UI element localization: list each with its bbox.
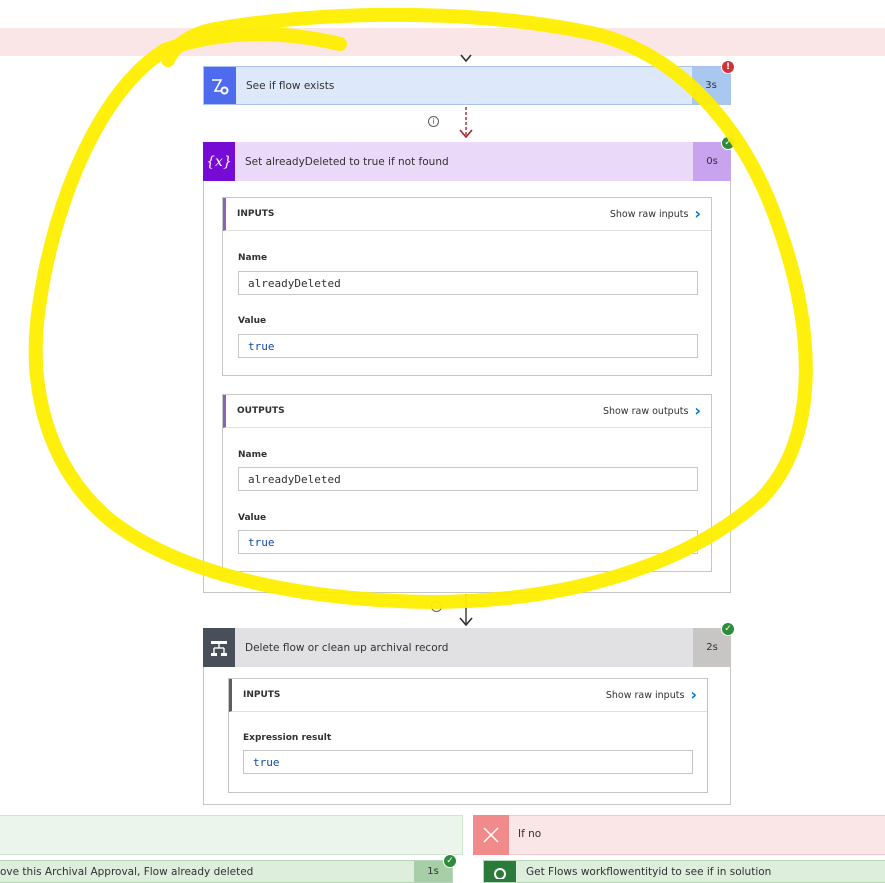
- close-icon: [473, 815, 509, 855]
- chevron-right-icon: ›: [690, 685, 697, 704]
- info-icon[interactable]: i: [431, 601, 442, 612]
- name-label: Name: [238, 253, 268, 263]
- arrow-down-icon: [459, 594, 473, 627]
- condition-inputs-header: INPUTS Show raw inputs ›: [229, 679, 707, 712]
- name-output-field[interactable]: alreadyDeleted: [238, 467, 698, 491]
- info-icon[interactable]: i: [428, 116, 439, 127]
- success-badge-icon: ✓: [721, 136, 735, 150]
- action-card-remove-approval[interactable]: ove this Archival Approval, Flow already…: [0, 860, 453, 883]
- action-title: See if flow exists: [246, 79, 335, 92]
- inputs-header-label: INPUTS: [243, 690, 281, 700]
- value-output-field[interactable]: true: [238, 530, 698, 554]
- action-title: Set alreadyDeleted to true if not found: [245, 155, 449, 168]
- arrow-down-icon: [460, 54, 472, 63]
- chevron-right-icon: ›: [694, 401, 701, 420]
- show-raw-outputs-link[interactable]: Show raw outputs ›: [603, 403, 701, 419]
- expression-result-field[interactable]: true: [243, 750, 693, 774]
- success-badge-icon: ✓: [443, 854, 457, 868]
- inputs-panel-header: INPUTS Show raw inputs ›: [223, 198, 711, 231]
- action-title: Get Flows workflowentityid to see if in …: [526, 865, 772, 878]
- action-header-condition[interactable]: Delete flow or clean up archival record …: [203, 628, 731, 667]
- action-card-get-flows[interactable]: Get Flows workflowentityid to see if in …: [483, 860, 885, 883]
- action-title: ove this Archival Approval, Flow already…: [0, 865, 254, 878]
- show-raw-inputs-label: Show raw inputs: [609, 208, 689, 220]
- action-title: Delete flow or clean up archival record: [245, 641, 449, 654]
- bot-icon: [204, 67, 236, 104]
- show-raw-inputs-label: Show raw inputs: [605, 689, 685, 701]
- success-badge-icon: ✓: [721, 622, 735, 636]
- condition-icon: [203, 628, 235, 667]
- chevron-right-icon: ›: [694, 204, 701, 223]
- error-badge-icon: !: [721, 60, 735, 74]
- failed-scope-band: [0, 28, 885, 56]
- action-header-set-variable[interactable]: {x} Set alreadyDeleted to true if not fo…: [203, 142, 731, 181]
- expression-result-label: Expression result: [243, 733, 332, 743]
- outputs-panel-header: OUTPUTS Show raw outputs ›: [223, 395, 711, 428]
- dataverse-icon: [484, 861, 516, 882]
- inputs-header-label: INPUTS: [237, 209, 275, 219]
- show-raw-outputs-label: Show raw outputs: [602, 405, 689, 417]
- value-value-field[interactable]: true: [238, 334, 698, 358]
- value-label: Value: [238, 513, 267, 523]
- name-value-field[interactable]: alreadyDeleted: [238, 271, 698, 295]
- variable-icon: {x}: [203, 142, 235, 181]
- if-yes-branch-header[interactable]: [0, 815, 463, 855]
- outputs-header-label: OUTPUTS: [237, 406, 285, 416]
- action-card-see-if-flow-exists[interactable]: See if flow exists 3s: [203, 66, 731, 105]
- show-raw-inputs-link[interactable]: Show raw inputs ›: [610, 206, 701, 222]
- name-label: Name: [238, 450, 268, 460]
- value-label: Value: [238, 316, 267, 326]
- show-raw-inputs-link[interactable]: Show raw inputs ›: [606, 687, 697, 703]
- failed-arrow-icon: [459, 107, 473, 139]
- if-no-label: If no: [518, 828, 542, 840]
